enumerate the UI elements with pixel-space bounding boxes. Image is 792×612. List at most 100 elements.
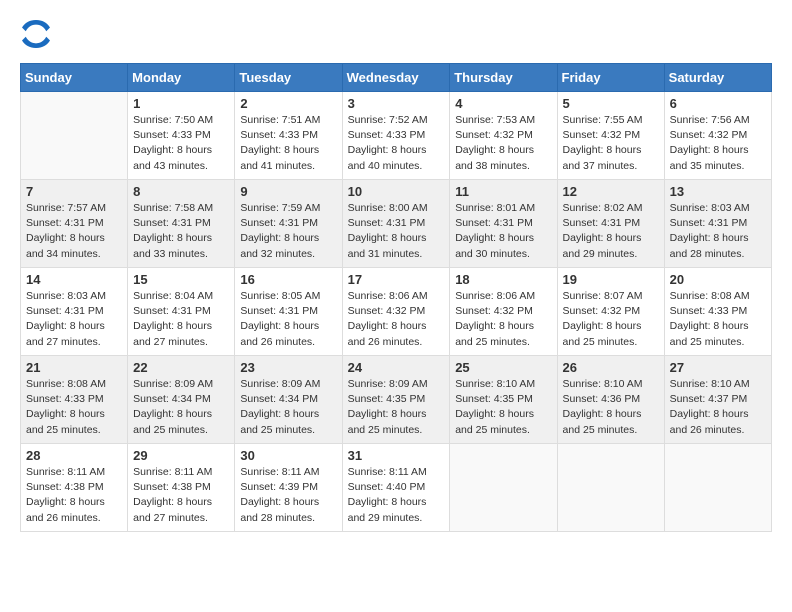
day-number: 25 xyxy=(455,360,551,375)
week-row-2: 7 Sunrise: 7:57 AMSunset: 4:31 PMDaylight… xyxy=(21,180,772,268)
day-detail: Sunrise: 8:09 AMSunset: 4:34 PMDaylight:… xyxy=(240,377,336,438)
day-number: 20 xyxy=(670,272,766,287)
calendar-cell: 19 Sunrise: 8:07 AMSunset: 4:32 PMDayligh… xyxy=(557,268,664,356)
calendar-cell: 28 Sunrise: 8:11 AMSunset: 4:38 PMDayligh… xyxy=(21,444,128,532)
day-number: 12 xyxy=(563,184,659,199)
day-detail: Sunrise: 7:50 AMSunset: 4:33 PMDaylight:… xyxy=(133,113,229,174)
calendar-cell: 17 Sunrise: 8:06 AMSunset: 4:32 PMDayligh… xyxy=(342,268,450,356)
header-thursday: Thursday xyxy=(450,64,557,92)
day-detail: Sunrise: 7:57 AMSunset: 4:31 PMDaylight:… xyxy=(26,201,122,262)
calendar-cell: 18Sunrise: 8:06 AMSunset: 4:32 PMDayligh… xyxy=(450,268,557,356)
calendar-cell: 20 Sunrise: 8:08 AMSunset: 4:33 PMDayligh… xyxy=(664,268,771,356)
day-detail: Sunrise: 8:10 AMSunset: 4:35 PMDaylight:… xyxy=(455,377,551,438)
calendar-cell: 24 Sunrise: 8:09 AMSunset: 4:35 PMDayligh… xyxy=(342,356,450,444)
day-number: 17 xyxy=(348,272,445,287)
calendar-cell: 21 Sunrise: 8:08 AMSunset: 4:33 PMDayligh… xyxy=(21,356,128,444)
day-number: 23 xyxy=(240,360,336,375)
day-number: 5 xyxy=(563,96,659,111)
calendar-cell: 30Sunrise: 8:11 AMSunset: 4:39 PMDayligh… xyxy=(235,444,342,532)
calendar-cell: 1 Sunrise: 7:50 AMSunset: 4:33 PMDaylight… xyxy=(128,92,235,180)
page-header xyxy=(20,20,772,53)
calendar-cell: 10 Sunrise: 8:00 AMSunset: 4:31 PMDayligh… xyxy=(342,180,450,268)
calendar-cell: 13 Sunrise: 8:03 AMSunset: 4:31 PMDayligh… xyxy=(664,180,771,268)
day-detail: Sunrise: 7:58 AMSunset: 4:31 PMDaylight:… xyxy=(133,201,229,262)
header-sunday: Sunday xyxy=(21,64,128,92)
day-detail: Sunrise: 8:00 AMSunset: 4:31 PMDaylight:… xyxy=(348,201,445,262)
logo xyxy=(20,20,50,53)
day-detail: Sunrise: 7:55 AMSunset: 4:32 PMDaylight:… xyxy=(563,113,659,174)
calendar-cell: 25 Sunrise: 8:10 AMSunset: 4:35 PMDayligh… xyxy=(450,356,557,444)
calendar-cell: 29 Sunrise: 8:11 AMSunset: 4:38 PMDayligh… xyxy=(128,444,235,532)
day-detail: Sunrise: 7:52 AMSunset: 4:33 PMDaylight:… xyxy=(348,113,445,174)
calendar-cell: 16 Sunrise: 8:05 AMSunset: 4:31 PMDayligh… xyxy=(235,268,342,356)
calendar-cell xyxy=(664,444,771,532)
calendar-cell: 4 Sunrise: 7:53 AMSunset: 4:32 PMDaylight… xyxy=(450,92,557,180)
day-number: 7 xyxy=(26,184,122,199)
day-number: 16 xyxy=(240,272,336,287)
day-number: 6 xyxy=(670,96,766,111)
day-detail: Sunrise: 8:11 AMSunset: 4:38 PMDaylight:… xyxy=(133,465,229,526)
calendar-cell: 5 Sunrise: 7:55 AMSunset: 4:32 PMDaylight… xyxy=(557,92,664,180)
day-number: 10 xyxy=(348,184,445,199)
header-tuesday: Tuesday xyxy=(235,64,342,92)
calendar-cell: 9Sunrise: 7:59 AMSunset: 4:31 PMDaylight… xyxy=(235,180,342,268)
day-detail: Sunrise: 8:11 AMSunset: 4:38 PMDaylight:… xyxy=(26,465,122,526)
header-monday: Monday xyxy=(128,64,235,92)
week-row-5: 28 Sunrise: 8:11 AMSunset: 4:38 PMDayligh… xyxy=(21,444,772,532)
day-detail: Sunrise: 8:08 AMSunset: 4:33 PMDaylight:… xyxy=(26,377,122,438)
day-detail: Sunrise: 8:03 AMSunset: 4:31 PMDaylight:… xyxy=(670,201,766,262)
day-number: 8 xyxy=(133,184,229,199)
day-detail: Sunrise: 8:08 AMSunset: 4:33 PMDaylight:… xyxy=(670,289,766,350)
day-number: 29 xyxy=(133,448,229,463)
day-number: 18 xyxy=(455,272,551,287)
day-detail: Sunrise: 7:51 AMSunset: 4:33 PMDaylight:… xyxy=(240,113,336,174)
day-number: 21 xyxy=(26,360,122,375)
day-detail: Sunrise: 8:06 AMSunset: 4:32 PMDaylight:… xyxy=(348,289,445,350)
week-row-3: 14Sunrise: 8:03 AMSunset: 4:31 PMDayligh… xyxy=(21,268,772,356)
day-detail: Sunrise: 8:11 AMSunset: 4:39 PMDaylight:… xyxy=(240,465,336,526)
calendar-cell: 11 Sunrise: 8:01 AMSunset: 4:31 PMDayligh… xyxy=(450,180,557,268)
day-number: 4 xyxy=(455,96,551,111)
logo-icon xyxy=(22,20,50,48)
day-number: 19 xyxy=(563,272,659,287)
day-number: 3 xyxy=(348,96,445,111)
header-saturday: Saturday xyxy=(664,64,771,92)
calendar-table: SundayMondayTuesdayWednesdayThursdayFrid… xyxy=(20,63,772,532)
calendar-cell xyxy=(450,444,557,532)
week-row-1: 1 Sunrise: 7:50 AMSunset: 4:33 PMDaylight… xyxy=(21,92,772,180)
calendar-cell: 2 Sunrise: 7:51 AMSunset: 4:33 PMDaylight… xyxy=(235,92,342,180)
day-detail: Sunrise: 8:10 AMSunset: 4:36 PMDaylight:… xyxy=(563,377,659,438)
day-detail: Sunrise: 8:09 AMSunset: 4:35 PMDaylight:… xyxy=(348,377,445,438)
day-number: 2 xyxy=(240,96,336,111)
day-detail: Sunrise: 8:01 AMSunset: 4:31 PMDaylight:… xyxy=(455,201,551,262)
calendar-cell: 15Sunrise: 8:04 AMSunset: 4:31 PMDayligh… xyxy=(128,268,235,356)
day-detail: Sunrise: 8:10 AMSunset: 4:37 PMDaylight:… xyxy=(670,377,766,438)
calendar-cell: 7 Sunrise: 7:57 AMSunset: 4:31 PMDaylight… xyxy=(21,180,128,268)
calendar-cell: 27Sunrise: 8:10 AMSunset: 4:37 PMDayligh… xyxy=(664,356,771,444)
calendar-cell xyxy=(21,92,128,180)
day-detail: Sunrise: 8:07 AMSunset: 4:32 PMDaylight:… xyxy=(563,289,659,350)
header-friday: Friday xyxy=(557,64,664,92)
day-number: 24 xyxy=(348,360,445,375)
calendar-cell: 23 Sunrise: 8:09 AMSunset: 4:34 PMDayligh… xyxy=(235,356,342,444)
day-number: 9 xyxy=(240,184,336,199)
day-number: 22 xyxy=(133,360,229,375)
day-number: 1 xyxy=(133,96,229,111)
day-number: 11 xyxy=(455,184,551,199)
calendar-cell: 3 Sunrise: 7:52 AMSunset: 4:33 PMDaylight… xyxy=(342,92,450,180)
day-detail: Sunrise: 8:11 AMSunset: 4:40 PMDaylight:… xyxy=(348,465,445,526)
day-number: 13 xyxy=(670,184,766,199)
day-detail: Sunrise: 8:05 AMSunset: 4:31 PMDaylight:… xyxy=(240,289,336,350)
calendar-cell: 8 Sunrise: 7:58 AMSunset: 4:31 PMDaylight… xyxy=(128,180,235,268)
calendar-header-row: SundayMondayTuesdayWednesdayThursdayFrid… xyxy=(21,64,772,92)
day-detail: Sunrise: 8:02 AMSunset: 4:31 PMDaylight:… xyxy=(563,201,659,262)
day-detail: Sunrise: 7:56 AMSunset: 4:32 PMDaylight:… xyxy=(670,113,766,174)
calendar-cell: 14Sunrise: 8:03 AMSunset: 4:31 PMDayligh… xyxy=(21,268,128,356)
day-detail: Sunrise: 7:53 AMSunset: 4:32 PMDaylight:… xyxy=(455,113,551,174)
day-number: 28 xyxy=(26,448,122,463)
day-number: 15 xyxy=(133,272,229,287)
day-number: 26 xyxy=(563,360,659,375)
calendar-cell: 12 Sunrise: 8:02 AMSunset: 4:31 PMDayligh… xyxy=(557,180,664,268)
day-detail: Sunrise: 8:09 AMSunset: 4:34 PMDaylight:… xyxy=(133,377,229,438)
week-row-4: 21 Sunrise: 8:08 AMSunset: 4:33 PMDayligh… xyxy=(21,356,772,444)
